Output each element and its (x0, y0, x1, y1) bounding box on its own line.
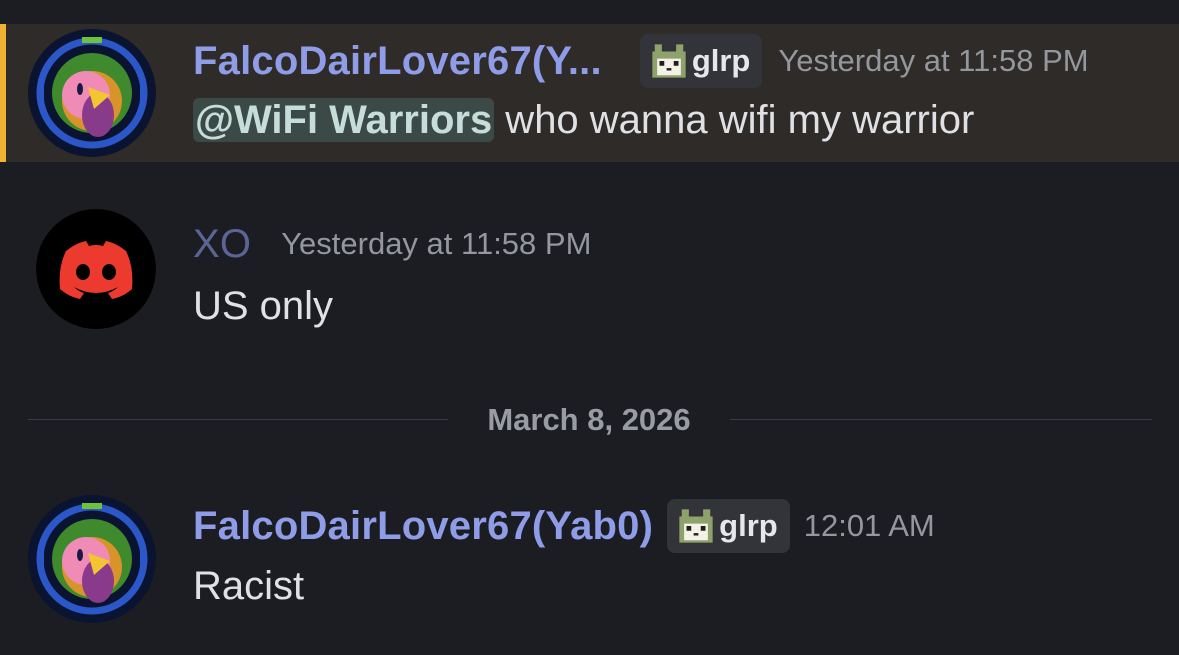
kirby-avatar-icon (28, 495, 156, 623)
message-timestamp: Yesterday at 11:58 PM (281, 226, 592, 261)
cat-icon (652, 44, 686, 78)
message-timestamp: Yesterday at 11:58 PM (778, 43, 1089, 78)
user-avatar[interactable] (36, 209, 156, 329)
username[interactable]: FalcoDairLover67(Yab0) (193, 504, 653, 549)
message-item[interactable]: FalcoDairLover67(Yab0) glrp 12:01 AM Rac… (0, 490, 1179, 640)
message-header: FalcoDairLover67(Y... glrp Yesterday at … (193, 34, 1089, 88)
cat-icon (679, 509, 713, 543)
clan-tag-badge[interactable]: glrp (639, 34, 763, 88)
message-timestamp: 12:01 AM (803, 508, 935, 543)
user-avatar[interactable] (28, 495, 156, 623)
message-item[interactable]: XO Yesterday at 11:58 PM US only (0, 200, 1179, 350)
message-text: who wanna wifi my warrior (494, 98, 975, 142)
message-item[interactable]: FalcoDairLover67(Y... glrp Yesterday at … (0, 24, 1179, 162)
divider-date: March 8, 2026 (487, 402, 691, 437)
username[interactable]: XO (193, 222, 251, 267)
clan-tag-label: glrp (691, 43, 751, 78)
message-header: FalcoDairLover67(Yab0) glrp 12:01 AM (193, 499, 935, 553)
kirby-avatar-icon (28, 29, 156, 157)
divider-line-left (28, 419, 448, 420)
clan-tag-badge[interactable]: glrp (667, 499, 790, 553)
divider-line-right (730, 419, 1152, 420)
date-divider: March 8, 2026 (28, 400, 1152, 440)
message-content: US only (193, 284, 334, 328)
message-content: Racist (193, 564, 305, 608)
user-avatar[interactable] (28, 29, 156, 157)
clan-tag-label: glrp (719, 508, 778, 543)
discord-logo-icon (36, 209, 156, 329)
username[interactable]: FalcoDairLover67(Y... (193, 39, 602, 84)
role-mention[interactable]: @WiFi Warriors (193, 98, 495, 142)
message-header: XO Yesterday at 11:58 PM (193, 222, 591, 266)
message-content: @WiFi Warriors who wanna wifi my warrior (193, 98, 974, 148)
